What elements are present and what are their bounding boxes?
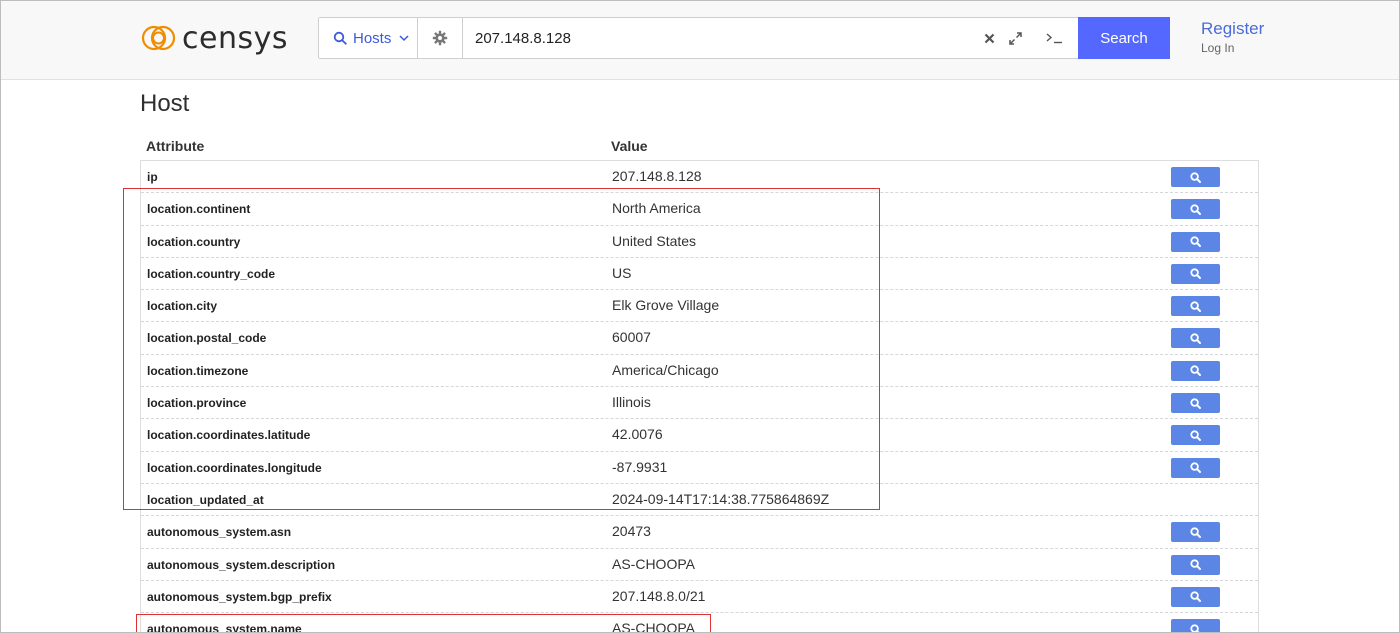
attribute-value: 42.0076 [612,426,663,443]
attribute-name: location.country_code [147,266,276,281]
attribute-value: Illinois [612,394,651,411]
attribute-name: location.country [147,234,241,249]
attribute-name: location.continent [147,202,251,217]
table-row: location_updated_at 2024-09-14T17:14:38.7… [141,484,1258,517]
search-icon [1190,527,1201,538]
chevron-down-icon [399,34,409,41]
register-link[interactable]: Register [1201,19,1264,39]
attribute-name: ip [147,170,158,184]
search-button[interactable]: Search [1078,17,1170,59]
search-icon [1190,591,1201,603]
attribute-name: location.timezone [147,363,249,378]
table-row: location.country United States [141,226,1258,258]
search-icon [1190,624,1201,633]
terminal-icon[interactable] [1046,32,1064,44]
settings-button[interactable] [418,18,463,58]
search-icon [1190,301,1201,312]
search-icon [1190,171,1201,183]
search-bar: Hosts 207.148.8.128 Search [318,17,1170,59]
search-icon [1190,365,1201,377]
attribute-value: 207.148.8.128 [612,168,702,184]
attribute-name: autonomous_system.description [147,557,336,572]
search-icon [1190,333,1201,344]
attribute-name: location.city [147,299,218,314]
attribute-value: AS-CHOOPA [612,555,695,572]
attribute-value: US [612,264,632,281]
logo-text: censys [182,20,288,56]
search-value-button[interactable] [1171,360,1220,381]
table-row: ip 207.148.8.128 [141,161,1258,194]
page-title: Host [140,90,190,117]
host-attributes-table: ip 207.148.8.128 location.continent North A… [140,160,1259,633]
search-value-button[interactable] [1171,457,1220,478]
search-value-button[interactable] [1171,263,1220,284]
table-row: location.postal_code 60007 [141,322,1258,355]
attribute-name: autonomous_system.bgp_prefix [147,589,332,604]
search-value-button[interactable] [1171,554,1220,575]
attribute-column-header: Attribute [146,138,205,154]
attribute-name: location.province [147,396,247,411]
search-value-button[interactable] [1171,199,1220,220]
attribute-name: location_updated_at [147,492,264,507]
table-row: location.timezone America/Chicago [141,355,1258,388]
search-type-label: Hosts [353,29,392,47]
search-icon [1190,430,1201,441]
table-row: autonomous_system.name AS-CHOOPA [141,613,1258,633]
value-column-header: Value [611,138,648,154]
search-value-button[interactable] [1171,393,1220,414]
attribute-value: North America [612,200,701,217]
attribute-name: autonomous_system.name [147,622,302,633]
censys-logo-icon [141,25,176,51]
attribute-value: AS-CHOOPA [612,620,695,633]
search-icon [1190,236,1201,248]
search-value-button[interactable] [1171,425,1220,446]
gear-icon [432,30,448,46]
search-value-button[interactable] [1171,328,1220,349]
expand-icon[interactable] [1009,31,1022,45]
search-icon [1190,204,1201,215]
clear-icon[interactable] [984,33,995,44]
login-link[interactable]: Log In [1201,41,1234,55]
table-row: autonomous_system.bgp_prefix 207.148.8.0/… [141,581,1258,614]
search-icon [333,31,347,45]
table-row: location.city Elk Grove Village [141,290,1258,323]
search-value-button[interactable] [1171,231,1220,252]
attribute-name: autonomous_system.asn [147,525,292,540]
table-row: location.country_code US [141,258,1258,291]
search-value-button[interactable] [1171,586,1220,607]
table-row: location.province Illinois [141,387,1258,420]
search-value-button[interactable] [1171,619,1220,633]
attribute-name: location.postal_code [147,331,267,346]
search-icon [1190,462,1201,474]
table-row: autonomous_system.description AS-CHOOPA [141,549,1258,581]
search-value-button[interactable] [1171,167,1220,187]
table-row: location.coordinates.longitude -87.9931 [141,452,1258,484]
search-value-button[interactable] [1171,296,1220,317]
attribute-value: 2024-09-14T17:14:38.775864869Z [612,490,830,507]
top-navbar: censys Hosts 207.148.8.128 Search Regist… [0,0,1400,80]
search-icon [1190,559,1201,571]
table-row: location.coordinates.latitude 42.0076 [141,419,1258,452]
table-row: location.continent North America [141,193,1258,226]
attribute-name: location.coordinates.longitude [147,460,322,475]
table-row: autonomous_system.asn 20473 [141,516,1258,549]
search-icon [1190,268,1201,280]
search-type-dropdown[interactable]: Hosts [319,18,418,58]
attribute-name: location.coordinates.latitude [147,428,311,443]
attribute-value: United States [612,232,697,249]
search-icon [1190,397,1201,409]
search-value-button[interactable] [1171,522,1220,543]
attribute-value: -87.9931 [612,458,668,475]
attribute-value: 207.148.8.0/21 [612,587,706,604]
search-query-input[interactable] [463,18,984,58]
censys-logo[interactable]: censys [140,20,288,56]
attribute-value: America/Chicago [612,361,719,378]
attribute-value: Elk Grove Village [612,297,720,314]
attribute-value: 60007 [612,329,651,346]
attribute-value: 20473 [612,523,651,540]
